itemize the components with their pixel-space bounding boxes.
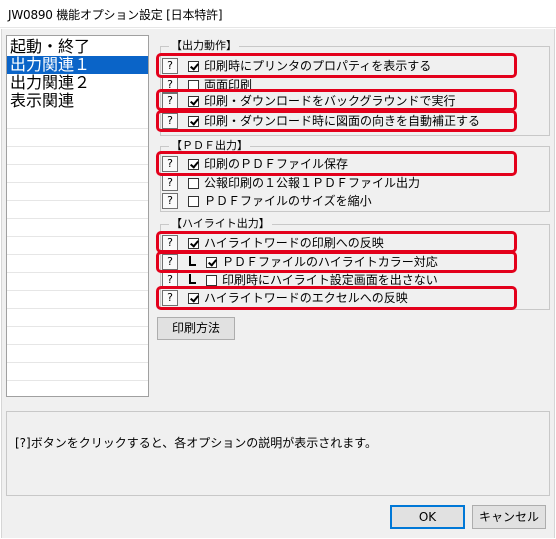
ok-button[interactable]: OK — [390, 505, 465, 529]
list-divider — [7, 254, 148, 255]
option-label: 印刷・ダウンロード時に図面の向きを自動補正する — [204, 114, 481, 128]
option-label: 公報印刷の１公報１ＰＤＦファイル出力 — [204, 176, 421, 190]
option-row-pdf-save: ? 印刷のＰＤＦファイル保存 — [162, 156, 522, 174]
help-button[interactable]: ? — [162, 175, 178, 191]
category-item-startup[interactable]: 起動・終了 — [7, 38, 148, 56]
help-button[interactable]: ? — [162, 254, 178, 270]
checkbox-duplex[interactable] — [188, 80, 199, 91]
list-divider — [7, 308, 148, 309]
option-label: ハイライトワードのエクセルへの反映 — [204, 291, 408, 305]
list-divider — [7, 344, 148, 345]
help-button[interactable]: ? — [162, 290, 178, 306]
list-divider — [7, 164, 148, 165]
help-button[interactable]: ? — [162, 77, 178, 93]
window-title: JW0890 機能オプション設定 [日本特許] — [8, 8, 223, 22]
group-title-highlight-output: 【ハイライト出力】 — [169, 217, 272, 231]
checkbox-highlight-excel[interactable] — [188, 293, 199, 304]
checkbox-highlight-print[interactable] — [188, 238, 199, 249]
title-bar: JW0890 機能オプション設定 [日本特許] — [0, 0, 556, 28]
option-label: 両面印刷 — [204, 78, 253, 92]
list-divider — [7, 272, 148, 273]
category-item-display[interactable]: 表示関連 — [7, 92, 148, 110]
list-divider — [7, 236, 148, 237]
option-label: 印刷時にハイライト設定画面を出さない — [222, 273, 438, 287]
list-divider — [7, 380, 148, 381]
option-row-pdf-shrink: ? ＰＤＦファイルのサイズを縮小 — [162, 193, 522, 211]
option-label: 印刷時にプリンタのプロパティを表示する — [204, 59, 432, 73]
option-label: ＰＤＦファイルのサイズを縮小 — [204, 194, 372, 208]
option-label: 印刷・ダウンロードをバックグラウンドで実行 — [204, 94, 456, 108]
list-divider — [7, 146, 148, 147]
tree-branch-icon — [188, 273, 196, 285]
checkbox-auto-orientation[interactable] — [188, 116, 199, 127]
category-list[interactable]: 起動・終了 出力関連１ 出力関連２ 表示関連 — [6, 35, 149, 397]
option-row-highlight-excel: ? ハイライトワードのエクセルへの反映 — [162, 290, 522, 308]
tree-branch-icon — [188, 255, 196, 267]
group-title-pdf-output: 【ＰＤＦ出力】 — [169, 139, 250, 153]
help-button[interactable]: ? — [162, 58, 178, 74]
option-label: 印刷のＰＤＦファイル保存 — [204, 157, 349, 171]
info-panel: [?]ボタンをクリックすると、各オプションの説明が表示されます。 — [6, 411, 550, 496]
option-row-hide-highlight-dialog: ? 印刷時にハイライト設定画面を出さない — [162, 272, 522, 290]
help-button[interactable]: ? — [162, 193, 178, 209]
list-divider — [7, 362, 148, 363]
help-button[interactable]: ? — [162, 235, 178, 251]
list-divider — [7, 290, 148, 291]
list-divider — [7, 182, 148, 183]
help-button[interactable]: ? — [162, 113, 178, 129]
list-divider — [7, 200, 148, 201]
help-button[interactable]: ? — [162, 93, 178, 109]
option-row-printer-properties: ? 印刷時にプリンタのプロパティを表示する — [162, 58, 522, 76]
list-divider — [7, 326, 148, 327]
help-button[interactable]: ? — [162, 272, 178, 288]
option-row-one-pdf-per-publication: ? 公報印刷の１公報１ＰＤＦファイル出力 — [162, 175, 522, 193]
help-button[interactable]: ? — [162, 156, 178, 172]
category-item-output-1[interactable]: 出力関連１ — [7, 56, 148, 74]
option-row-auto-orientation: ? 印刷・ダウンロード時に図面の向きを自動補正する — [162, 113, 522, 131]
checkbox-background[interactable] — [188, 96, 199, 107]
checkbox-one-pdf-per-publication[interactable] — [188, 178, 199, 189]
list-divider — [7, 128, 148, 129]
checkbox-hide-highlight-dialog[interactable] — [206, 275, 217, 286]
checkbox-pdf-save[interactable] — [188, 159, 199, 170]
option-row-background: ? 印刷・ダウンロードをバックグラウンドで実行 — [162, 93, 522, 111]
option-row-pdf-highlight-color: ? ＰＤＦファイルのハイライトカラー対応 — [162, 254, 522, 272]
group-title-output-action: 【出力動作】 — [169, 39, 239, 53]
checkbox-pdf-highlight-color[interactable] — [206, 257, 217, 268]
info-text: [?]ボタンをクリックすると、各オプションの説明が表示されます。 — [15, 436, 378, 450]
option-row-highlight-print: ? ハイライトワードの印刷への反映 — [162, 235, 522, 253]
category-item-output-2[interactable]: 出力関連２ — [7, 74, 148, 92]
list-divider — [7, 218, 148, 219]
cancel-button[interactable]: キャンセル — [472, 505, 546, 529]
checkbox-pdf-shrink[interactable] — [188, 196, 199, 207]
checkbox-printer-properties[interactable] — [188, 61, 199, 72]
option-label: ハイライトワードの印刷への反映 — [204, 236, 384, 250]
option-label: ＰＤＦファイルのハイライトカラー対応 — [222, 255, 438, 269]
print-method-button[interactable]: 印刷方法 — [157, 317, 235, 340]
